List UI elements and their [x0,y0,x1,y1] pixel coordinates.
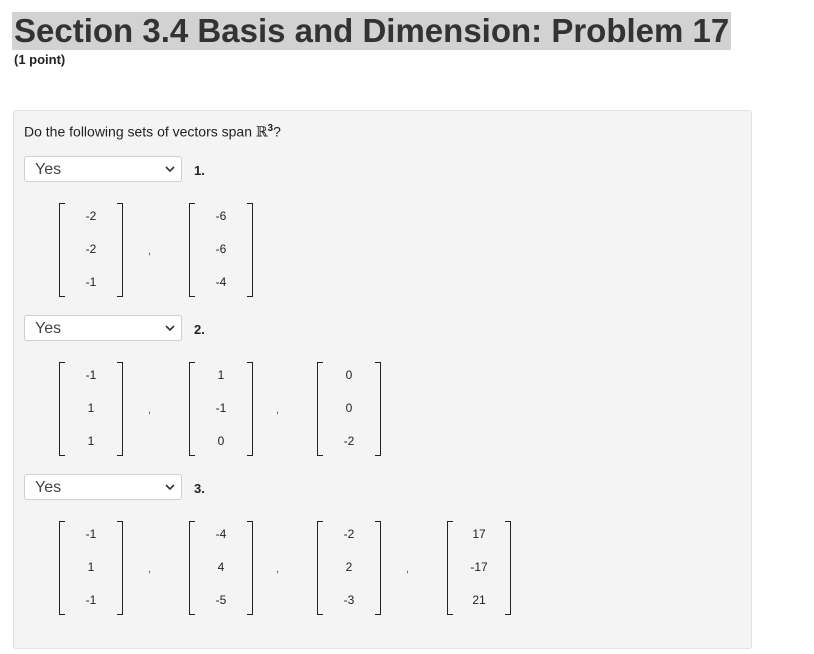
question-prompt: Do the following sets of vectors span [24,123,256,140]
vector-3-2: -4 4 -5 [189,521,253,615]
vector-entry: 0 [217,434,225,448]
vector-entry: 1 [217,368,225,382]
vector-entry: 0 [345,368,353,382]
points-label: (1 point) [14,52,66,67]
vector-entry: 1 [87,434,95,448]
problem-number-2: 2. [194,322,205,337]
vector-1-1: -2 -2 -1 [59,203,123,297]
vector-entry: -1 [215,401,227,415]
vector-entry: 0 [345,401,353,415]
vector-entry: 21 [472,593,486,607]
vector-entry: -4 [215,527,227,541]
vector-separator: , [148,245,152,257]
vector-entry: -1 [85,527,97,541]
vector-entry: 2 [345,560,353,574]
problem-panel: Do the following sets of vectors span ℝ 3… [13,110,752,649]
problem-number-1: 1. [194,163,205,178]
vector-entry: -17 [470,560,488,574]
vector-entry: -4 [215,275,227,289]
chevron-down-icon [165,166,175,173]
vector-entry: 1 [87,560,95,574]
vector-entry: -3 [343,593,355,607]
vector-separator: , [148,404,152,416]
answer-select-3-value: Yes [35,479,62,496]
vector-entry: -1 [85,593,97,607]
vector-entry: -1 [85,275,97,289]
chevron-down-icon [165,484,175,491]
vector-3-1: -1 1 -1 [59,521,123,615]
page-title: Section 3.4 Basis and Dimension: Problem… [12,12,732,50]
question-text: Do the following sets of vectors span ℝ3… [24,123,281,141]
vector-entry: 1 [87,401,95,415]
vector-separator: , [406,563,410,575]
vector-entry: -6 [215,209,227,223]
chevron-down-icon [165,325,175,332]
vector-entry: -1 [85,368,97,382]
real-space-symbol: ℝ [255,124,268,141]
vector-2-3: 0 0 -2 [317,362,381,456]
vector-entry: 17 [472,527,486,541]
vector-separator: , [148,563,152,575]
vector-3-3: -2 2 -3 [317,521,381,615]
vector-entry: -5 [215,593,227,607]
answer-select-2-value: Yes [35,320,62,337]
vector-2-2: 1 -1 0 [189,362,253,456]
answer-select-2[interactable]: Yes [24,315,182,341]
vector-entry: -2 [343,527,355,541]
question-suffix: ? [273,123,281,140]
answer-select-3[interactable]: Yes [24,474,182,500]
vector-separator: , [276,404,280,416]
vector-separator: , [276,563,280,575]
answer-select-1-value: Yes [35,161,62,178]
vector-3-4: 17 -17 21 [447,521,511,615]
vector-entry: -2 [85,242,97,256]
answer-select-1[interactable]: Yes [24,156,182,182]
vector-2-1: -1 1 1 [59,362,123,456]
problem-number-3: 3. [194,481,205,496]
vector-entry: -6 [215,242,227,256]
vector-1-2: -6 -6 -4 [189,203,253,297]
vector-entry: -2 [85,209,97,223]
vector-entry: -2 [343,434,355,448]
vector-entry: 4 [217,560,225,574]
